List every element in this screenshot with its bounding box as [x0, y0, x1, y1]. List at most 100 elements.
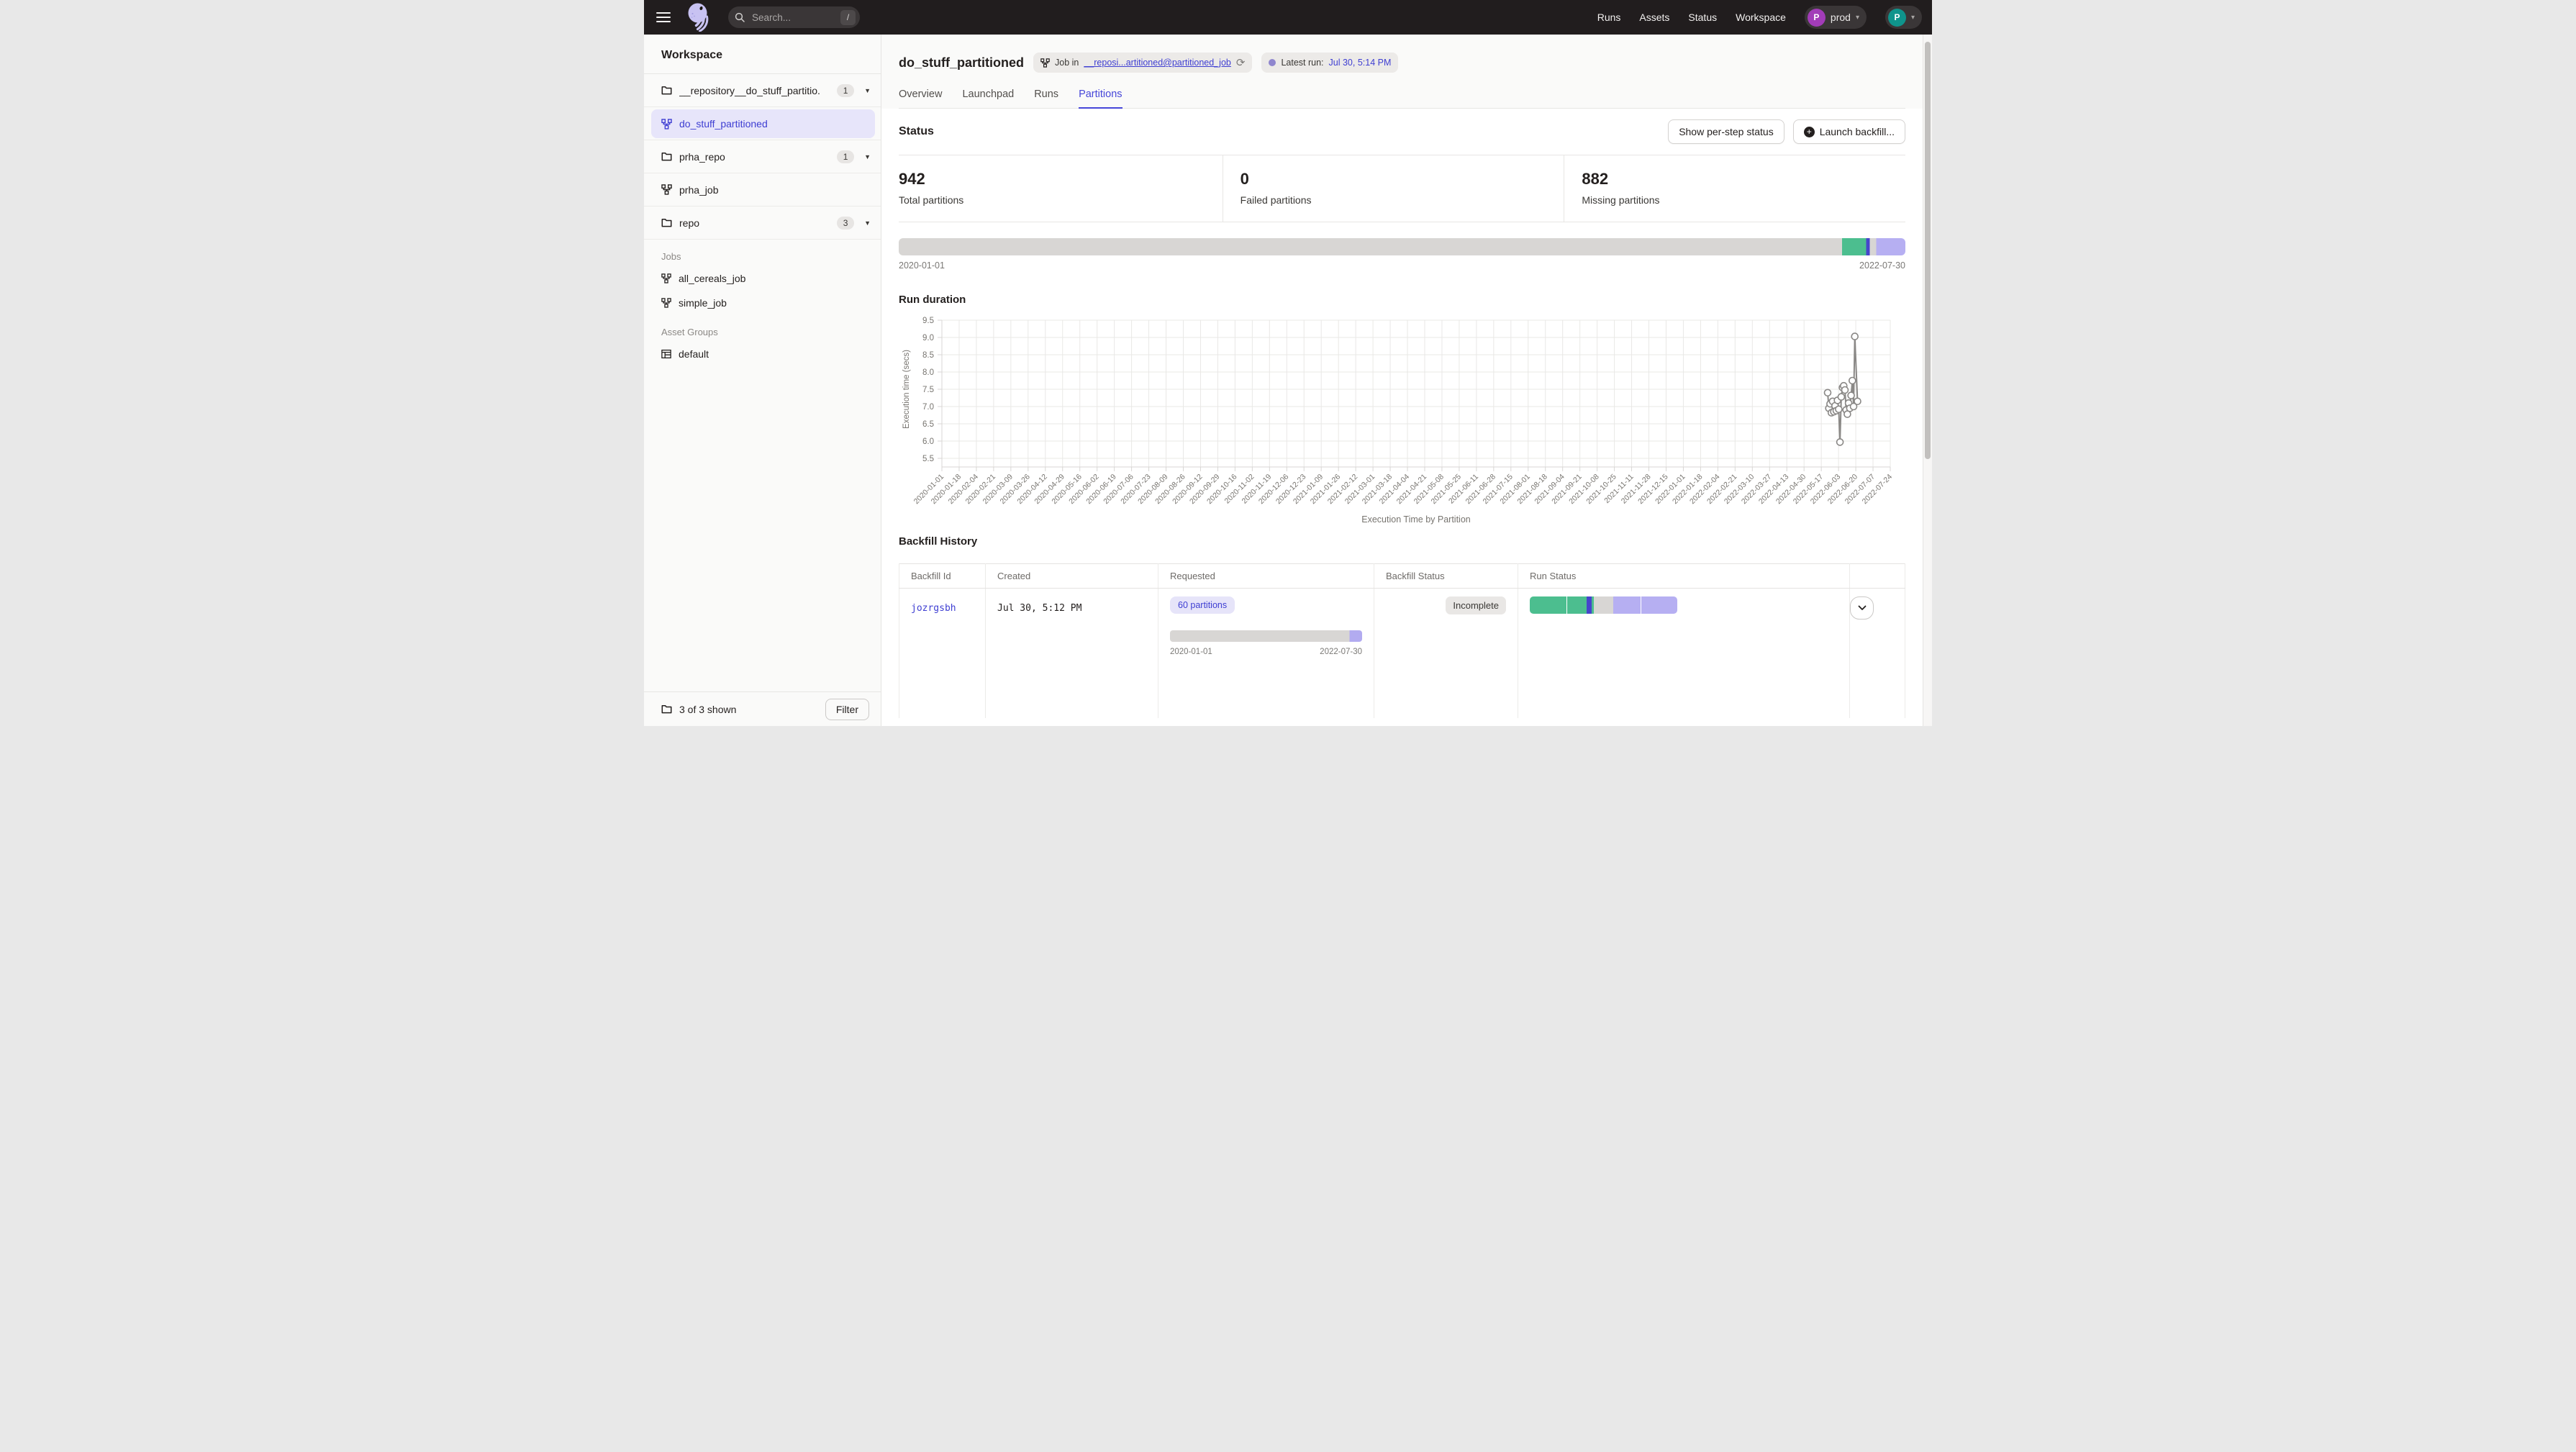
folder-icon: [661, 217, 672, 228]
data-point[interactable]: [1854, 398, 1861, 404]
latest-run-link[interactable]: Jul 30, 5:14 PM: [1329, 58, 1392, 68]
deployment-switcher[interactable]: P prod ▾: [1805, 6, 1867, 29]
nav-link-workspace[interactable]: Workspace: [1736, 12, 1786, 23]
requested-partitions-pill[interactable]: 60 partitions: [1170, 596, 1235, 614]
job-icon: [661, 184, 672, 195]
chevron-down-icon[interactable]: ▼: [864, 87, 871, 94]
user-menu[interactable]: P ▾: [1885, 6, 1922, 29]
tab-partitions[interactable]: Partitions: [1079, 89, 1122, 108]
search-icon: [732, 9, 748, 25]
page-title: do_stuff_partitioned: [899, 55, 1024, 71]
stat-total-partitions: 942 Total partitions: [899, 155, 1223, 222]
data-point[interactable]: [1825, 389, 1831, 396]
chevron-down-icon[interactable]: ▼: [864, 219, 871, 227]
run-status-segment: [1567, 596, 1587, 614]
data-point[interactable]: [1838, 394, 1844, 400]
expand-row-button[interactable]: [1850, 596, 1874, 620]
job-tabs: Overview Launchpad Runs Partitions: [899, 89, 1905, 109]
partition-stats: 942 Total partitions 0 Failed partitions…: [899, 155, 1905, 222]
sidebar-item-all-cereals-job[interactable]: all_cereals_job: [644, 266, 881, 291]
sidebar-footer: 3 of 3 shown Filter: [644, 691, 881, 726]
nav-link-assets[interactable]: Assets: [1639, 12, 1669, 23]
repo-label: __repository__do_stuff_partitio...: [679, 85, 820, 96]
run-status-bar[interactable]: [1530, 596, 1677, 614]
repo-label: prha_repo: [679, 151, 725, 163]
job-in-label: Job in: [1055, 58, 1079, 68]
workspace-sidebar: Workspace __repository__do_stuff_partiti…: [644, 35, 881, 726]
dagster-app: Search... / Runs Assets Status Workspace…: [644, 0, 1932, 726]
data-point[interactable]: [1849, 378, 1856, 384]
tab-overview[interactable]: Overview: [899, 89, 942, 108]
repo-count-badge: 1: [837, 150, 854, 163]
y-tick-label: 8.5: [922, 351, 934, 360]
page-scrollbar[interactable]: [1923, 35, 1932, 726]
run-duration-heading: Run duration: [899, 294, 1905, 306]
col-backfill-id: Backfill Id: [899, 564, 986, 589]
job-label: simple_job: [679, 297, 727, 309]
y-tick-label: 6.0: [922, 437, 934, 446]
folder-icon: [661, 704, 672, 714]
data-point[interactable]: [1851, 333, 1858, 340]
sidebar-item-do-stuff-partitioned[interactable]: do_stuff_partitioned: [644, 107, 881, 140]
repository-link[interactable]: __reposi...artitioned@partitioned_job: [1084, 58, 1231, 68]
repo-count-badge: 1: [837, 84, 854, 97]
sidebar-item-simple-job[interactable]: simple_job: [644, 291, 881, 315]
status-heading: Status: [899, 125, 934, 138]
run-status-segment: [1594, 596, 1613, 614]
latest-run-pill: Latest run: Jul 30, 5:14 PM: [1261, 53, 1398, 73]
requested-partitions-bar: [1170, 630, 1362, 642]
data-point[interactable]: [1848, 392, 1854, 399]
run-status-dot: [1269, 59, 1276, 66]
data-point[interactable]: [1842, 387, 1849, 394]
stat-missing-partitions: 882 Missing partitions: [1564, 155, 1905, 222]
asset-groups-section-label: Asset Groups: [644, 315, 881, 342]
run-status-segment: [1641, 596, 1677, 614]
sidebar-item-repository[interactable]: __repository__do_stuff_partitio... 1 ▼: [644, 74, 881, 107]
sidebar-item-repo[interactable]: repo 3 ▼: [644, 207, 881, 240]
y-tick-label: 6.5: [922, 420, 934, 429]
job-icon: [661, 298, 671, 308]
scrollbar-thumb[interactable]: [1925, 42, 1931, 459]
run-duration-chart: 9.59.08.58.07.57.06.56.05.52020-01-01202…: [899, 312, 1905, 531]
sidebar-item-prha-job[interactable]: prha_job: [644, 173, 881, 207]
stat-failed-partitions: 0 Failed partitions: [1223, 155, 1564, 222]
global-search[interactable]: Search... /: [728, 6, 860, 28]
sidebar-item-prha-repo[interactable]: prha_repo 1 ▼: [644, 140, 881, 173]
show-per-step-status-button[interactable]: Show per-step status: [1668, 119, 1784, 144]
refresh-icon[interactable]: ⟳: [1236, 56, 1246, 69]
launch-backfill-button[interactable]: + Launch backfill...: [1793, 119, 1905, 144]
tab-runs[interactable]: Runs: [1034, 89, 1058, 108]
nav-link-status[interactable]: Status: [1688, 12, 1717, 23]
col-run-status: Run Status: [1518, 564, 1850, 589]
col-created: Created: [986, 564, 1158, 589]
top-navbar: Search... / Runs Assets Status Workspace…: [644, 0, 1932, 35]
tab-launchpad[interactable]: Launchpad: [962, 89, 1014, 108]
partition-status-bar[interactable]: [899, 238, 1905, 255]
job-label: do_stuff_partitioned: [679, 118, 768, 130]
chevron-down-icon: [1858, 605, 1867, 611]
job-icon: [661, 119, 672, 130]
y-tick-label: 9.5: [922, 317, 934, 325]
partition-status-bar-block: 2020-01-01 2022-07-30: [899, 238, 1905, 271]
nav-link-runs[interactable]: Runs: [1597, 12, 1621, 23]
chevron-down-icon[interactable]: ▼: [864, 153, 871, 160]
navbar-links: Runs Assets Status Workspace P prod ▾ P …: [1597, 6, 1932, 29]
data-point[interactable]: [1837, 439, 1843, 445]
hamburger-menu-icon[interactable]: [656, 12, 671, 22]
x-axis-title: Execution Time by Partition: [1361, 514, 1471, 525]
dagster-logo-icon[interactable]: [686, 3, 712, 32]
search-placeholder: Search...: [752, 12, 840, 23]
backfill-history-table: Backfill Id Created Requested Backfill S…: [899, 563, 1905, 718]
backfill-id-link[interactable]: jozrgsbh: [911, 603, 956, 614]
latest-run-label: Latest run:: [1281, 58, 1323, 68]
filter-button[interactable]: Filter: [825, 699, 869, 720]
requested-range-start: 2020-01-01: [1170, 648, 1212, 656]
jobs-section-label: Jobs: [644, 240, 881, 266]
job-label: prha_job: [679, 184, 719, 196]
job-icon: [661, 273, 671, 283]
sidebar-item-default-group[interactable]: default: [644, 342, 881, 366]
main-content: do_stuff_partitioned Job in __reposi...a…: [881, 35, 1923, 726]
y-tick-label: 5.5: [922, 455, 934, 463]
data-point[interactable]: [1836, 406, 1842, 412]
group-label: default: [679, 348, 709, 360]
